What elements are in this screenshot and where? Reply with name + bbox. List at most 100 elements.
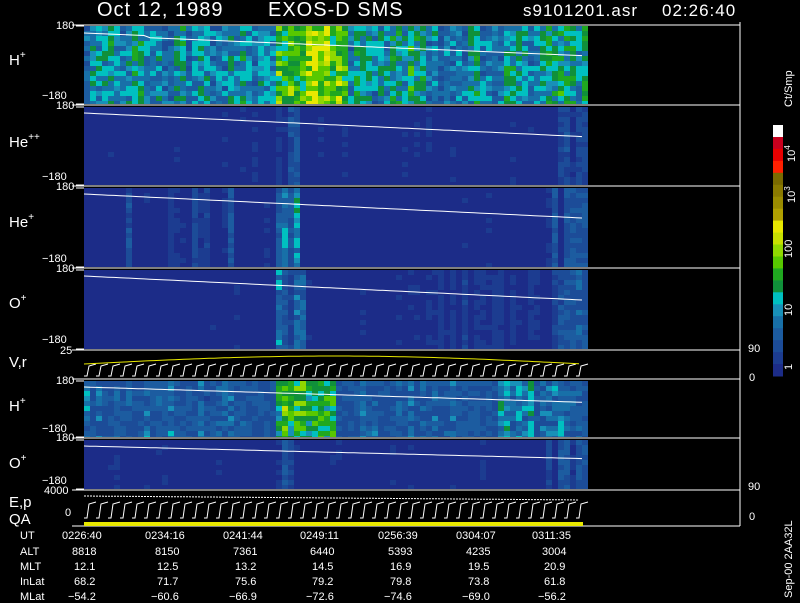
heatmap-cell (102, 56, 108, 61)
heatmap-cell (84, 218, 90, 223)
heatmap-cell (408, 127, 414, 132)
heatmap-cell (372, 330, 378, 335)
heatmap-cell (474, 41, 480, 46)
heatmap-cell (342, 188, 348, 193)
heatmap-cell (198, 330, 204, 335)
heatmap-cell (360, 107, 366, 112)
heatmap-cell (324, 223, 330, 228)
heatmap-cell (450, 167, 456, 172)
heatmap-cell (246, 26, 252, 31)
heatmap-cell (198, 193, 204, 198)
heatmap-cell (156, 117, 162, 122)
heatmap-cell (330, 280, 336, 285)
heatmap-cell (108, 26, 114, 31)
heatmap-cell (312, 263, 318, 267)
heatmap-cell (354, 233, 360, 238)
heatmap-cell (546, 253, 552, 258)
heatmap-cell (138, 310, 144, 315)
heatmap-cell (510, 233, 516, 238)
heatmap-cell (342, 335, 348, 340)
heatmap-cell (228, 270, 234, 275)
heatmap-cell (420, 167, 426, 172)
heatmap-cell (534, 117, 540, 122)
heatmap-cell (402, 162, 408, 167)
heatmap-cell (300, 127, 306, 132)
heatmap-cell (426, 275, 432, 280)
heatmap-cell (114, 107, 120, 112)
heatmap-cell (456, 41, 462, 46)
heatmap-cell (108, 223, 114, 228)
heatmap-cell (90, 81, 96, 86)
heatmap-cell (216, 112, 222, 117)
heatmap-cell (168, 56, 174, 61)
heatmap-cell (168, 107, 174, 112)
heatmap-cell (348, 157, 354, 162)
heatmap-cell (114, 167, 120, 172)
heatmap-cell (108, 157, 114, 162)
heatmap-cell (276, 81, 282, 86)
heatmap-cell (486, 117, 492, 122)
heatmap-cell (336, 152, 342, 157)
heatmap-cell (120, 51, 126, 56)
heatmap-cell (306, 295, 312, 300)
heatmap-cell (144, 177, 150, 182)
heatmap-cell (408, 101, 414, 104)
heatmap-cell (192, 132, 198, 137)
heatmap-cell (396, 258, 402, 263)
heatmap-cell (438, 208, 444, 213)
heatmap-cell (138, 238, 144, 243)
heatmap-cell (426, 132, 432, 137)
heatmap-cell (366, 243, 372, 248)
heatmap-cell (120, 182, 126, 185)
heatmap-cell (558, 26, 564, 31)
heatmap-cell (318, 233, 324, 238)
heatmap-cell (432, 243, 438, 248)
heatmap-cell (498, 162, 504, 167)
heatmap-cell (546, 107, 552, 112)
heatmap-cell (288, 270, 294, 275)
heatmap-cell (222, 132, 228, 137)
heatmap-cell (234, 142, 240, 147)
heatmap-cell (558, 167, 564, 172)
heatmap-cell (186, 285, 192, 290)
heatmap-cell (570, 233, 576, 238)
heatmap-cell (504, 243, 510, 248)
heatmap-cell (222, 182, 228, 185)
heatmap-cell (540, 127, 546, 132)
heatmap-cell (354, 198, 360, 203)
heatmap-cell (192, 320, 198, 325)
heatmap-cell (414, 233, 420, 238)
heatmap-cell (558, 117, 564, 122)
heatmap-cell (126, 76, 132, 81)
heatmap-cell (444, 263, 450, 267)
heatmap-cell (294, 345, 300, 349)
heatmap-cell (114, 228, 120, 233)
heatmap-cell (240, 117, 246, 122)
heatmap-cell (432, 233, 438, 238)
heatmap-cell (342, 340, 348, 345)
heatmap-cell (390, 41, 396, 46)
heatmap-cell (414, 193, 420, 198)
heatmap-cell (522, 61, 528, 66)
heatmap-cell (204, 330, 210, 335)
heatmap-cell (366, 258, 372, 263)
heatmap-cell (360, 223, 366, 228)
heatmap-cell (138, 132, 144, 137)
heatmap-cell (504, 198, 510, 203)
heatmap-cell (312, 91, 318, 96)
heatmap-cell (228, 182, 234, 185)
heatmap-cell (336, 142, 342, 147)
heatmap-cell (186, 51, 192, 56)
heatmap-cell (210, 71, 216, 76)
heatmap-cell (138, 147, 144, 152)
heatmap-cell (282, 218, 288, 223)
heatmap-cell (216, 193, 222, 198)
heatmap-cell (282, 101, 288, 104)
heatmap-cell (156, 101, 162, 104)
heatmap-cell (540, 96, 546, 101)
heatmap-cell (114, 258, 120, 263)
heatmap-cell (420, 101, 426, 104)
heatmap-cell (408, 340, 414, 345)
heatmap-cell (546, 203, 552, 208)
heatmap-cell (192, 122, 198, 127)
